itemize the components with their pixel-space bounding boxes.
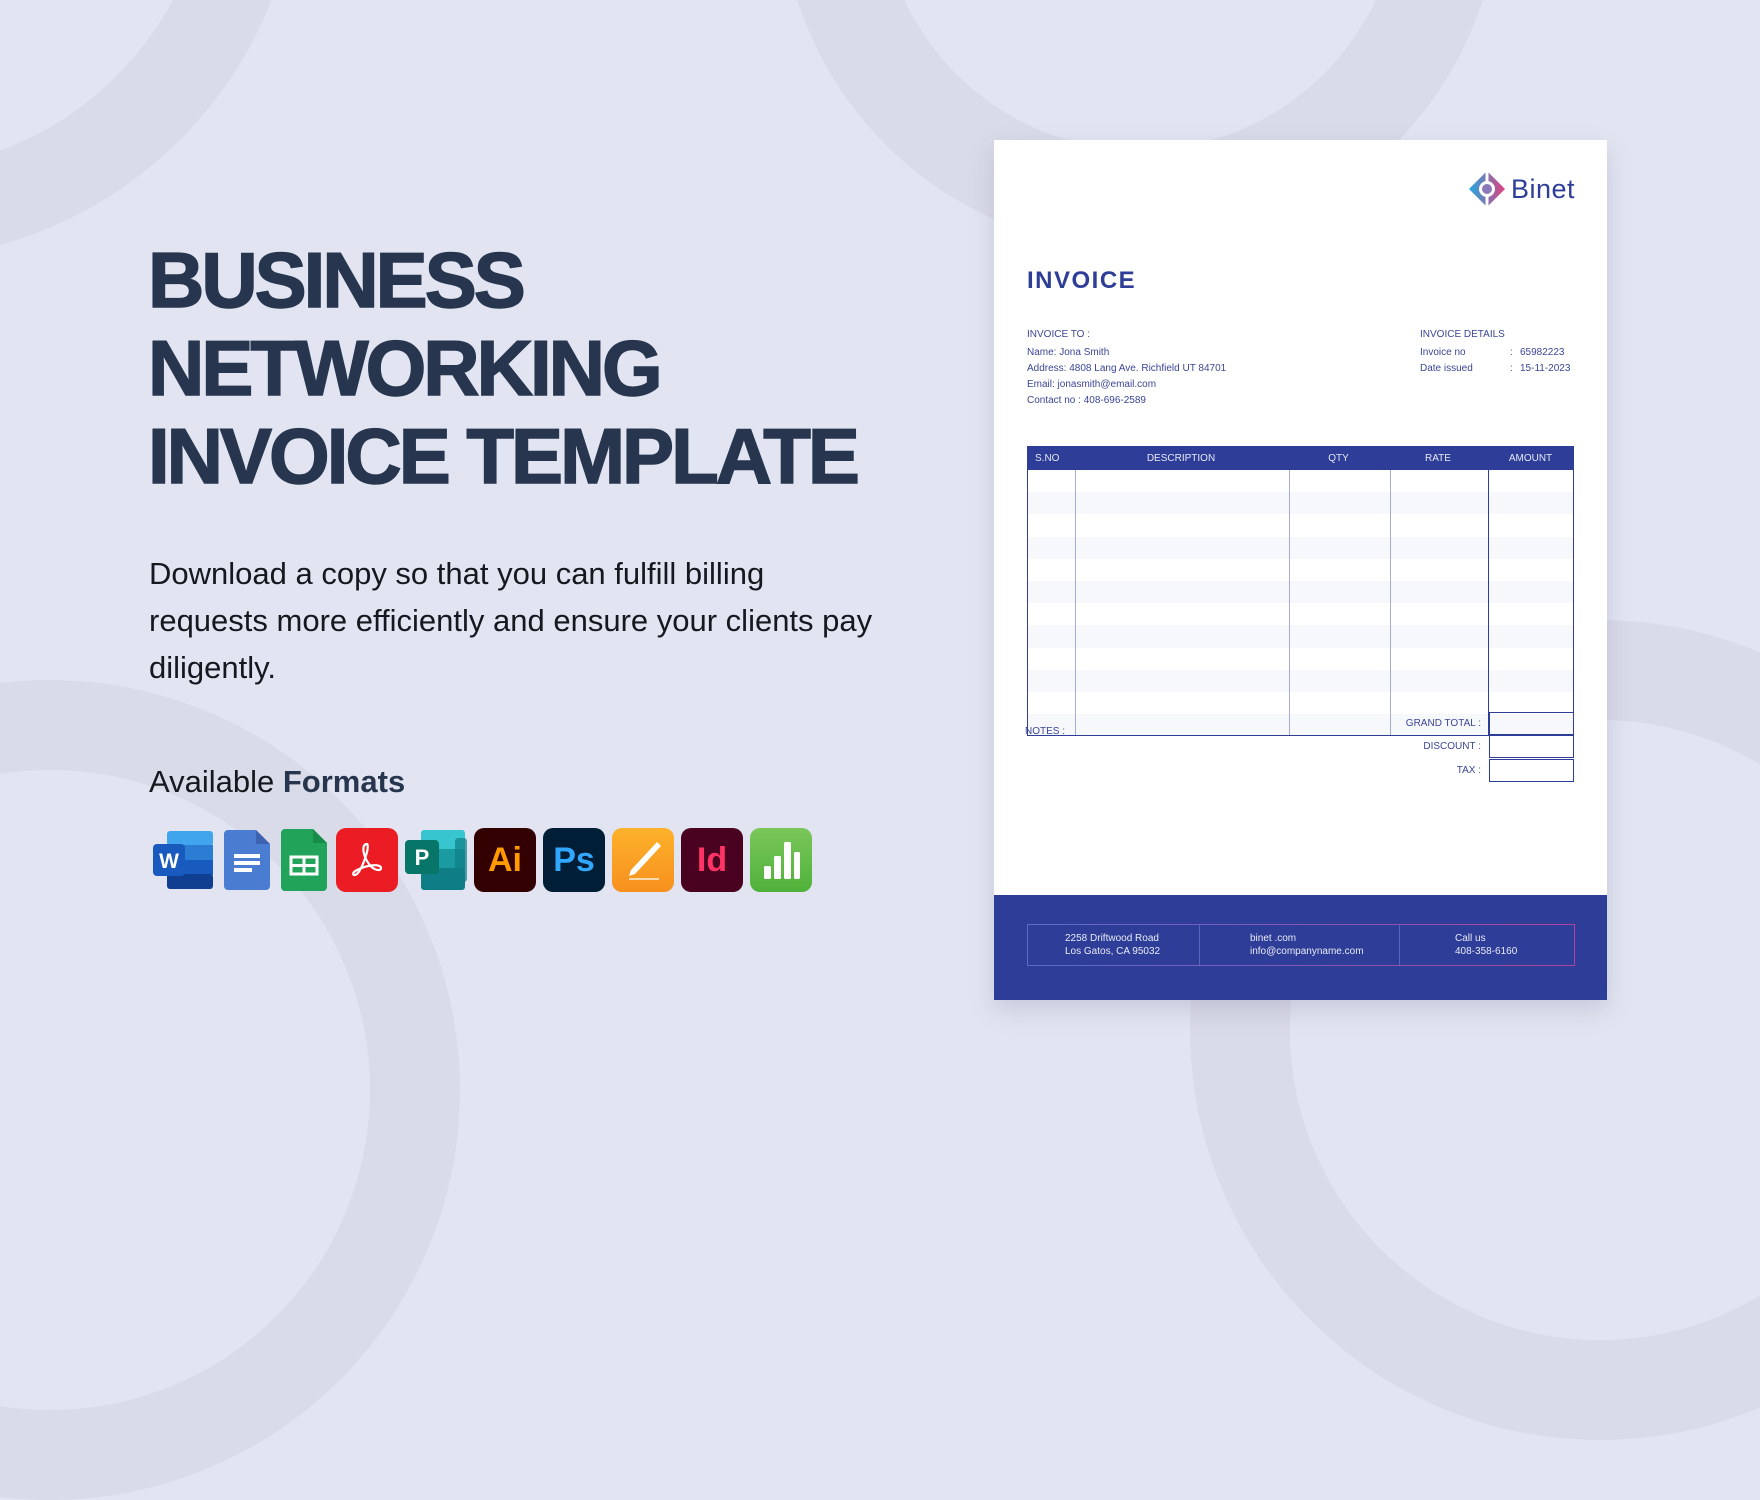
pages-icon[interactable] [612, 828, 674, 892]
column-header-amount: AMOUNT [1508, 452, 1553, 464]
table-row[interactable] [1028, 514, 1573, 536]
column-divider [1075, 470, 1076, 735]
details-heading: INVOICE DETAILS [1420, 329, 1505, 340]
column-header-description: DESCRIPTION [1146, 452, 1216, 464]
invoice-title: INVOICE [1027, 267, 1137, 294]
footer-address-line: 2258 Driftwood Road [1065, 933, 1159, 944]
totals-section: NOTES : GRAND TOTAL : DISCOUNT : TAX : [1025, 712, 1574, 786]
tax-field[interactable] [1489, 759, 1574, 782]
discount-row: DISCOUNT : [1301, 735, 1574, 758]
brand-logo: Binet [1468, 170, 1575, 208]
adobe-pdf-icon[interactable] [336, 828, 398, 892]
details-row: Invoice no : 65982223 [1420, 345, 1570, 361]
line-items-table: S.NO DESCRIPTION QTY RATE AMOUNT [1027, 446, 1574, 736]
svg-text:P: P [415, 845, 430, 870]
brand-name: Binet [1510, 173, 1575, 204]
separator: : [1510, 347, 1513, 358]
bill-to-address: Address: 4808 Lang Ave. Richfield UT 847… [1027, 363, 1227, 374]
bill-to-heading: INVOICE TO : [1027, 329, 1090, 340]
table-row[interactable] [1028, 625, 1573, 648]
title-line: INVOICE TEMPLATE [147, 411, 860, 501]
footer-web: binet .com info@companyname.com [1199, 925, 1399, 965]
discount-label: DISCOUNT : [1423, 740, 1481, 752]
column-header-rate: RATE [1425, 452, 1451, 464]
table-body [1027, 470, 1574, 736]
numbers-icon[interactable] [750, 828, 812, 892]
grand-total-row: GRAND TOTAL : [1301, 712, 1574, 735]
word-icon[interactable]: W [153, 828, 215, 892]
format-icons: W P Ai Ps Id [153, 828, 812, 892]
photoshop-icon[interactable]: Ps [543, 828, 605, 892]
footer-phone-label: Call us [1455, 933, 1486, 944]
formats-heading: Available Formats [149, 764, 405, 800]
discount-field[interactable] [1489, 735, 1574, 758]
binet-logo-icon [1468, 170, 1505, 208]
title-line: NETWORKING [147, 323, 663, 413]
footer-email: info@companyname.com [1250, 946, 1364, 957]
invoice-no-label: Invoice no [1420, 347, 1466, 358]
invoice-footer: 2258 Driftwood Road Los Gatos, CA 95032 … [994, 895, 1607, 1000]
notes-label: NOTES : [1025, 726, 1066, 737]
column-divider [1390, 470, 1391, 735]
formats-label-bold: Formats [282, 764, 406, 799]
column-header-sno: S.NO [1035, 452, 1060, 464]
table-row[interactable] [1028, 669, 1573, 692]
table-header: S.NO DESCRIPTION QTY RATE AMOUNT [1027, 446, 1574, 470]
column-divider [1488, 470, 1489, 735]
grand-total-field[interactable] [1489, 712, 1574, 735]
table-row[interactable] [1028, 692, 1573, 714]
footer-phone: Call us 408-358-6160 [1399, 925, 1574, 965]
table-row[interactable] [1028, 648, 1573, 670]
table-row[interactable] [1028, 580, 1573, 604]
invoice-details: INVOICE DETAILS Invoice no : 65982223 Da… [1420, 327, 1570, 377]
google-docs-icon[interactable] [222, 828, 272, 892]
tax-label: TAX : [1456, 764, 1481, 776]
background-ring [0, 0, 300, 260]
column-divider [1289, 470, 1290, 735]
bill-to: INVOICE TO : Name: Jona Smith Address: 4… [1027, 327, 1226, 409]
footer-phone-number: 408-358-6160 [1455, 946, 1518, 957]
title-line: BUSINESS [147, 235, 526, 325]
bill-to-email: Email: jonasmith@email.com [1027, 379, 1157, 390]
google-sheets-icon[interactable] [279, 828, 329, 892]
table-row[interactable] [1028, 559, 1573, 581]
column-header-qty: QTY [1328, 452, 1349, 464]
date-issued-label: Date issued [1420, 363, 1473, 374]
table-row[interactable] [1028, 470, 1573, 492]
page-title: BUSINESS NETWORKING INVOICE TEMPLATE [147, 235, 860, 501]
table-row[interactable] [1028, 492, 1573, 515]
separator: : [1510, 363, 1513, 374]
bill-to-name: Name: Jona Smith [1027, 347, 1110, 358]
table-row[interactable] [1028, 536, 1573, 559]
footer-address-line: Los Gatos, CA 95032 [1065, 946, 1161, 957]
footer-contact-box: 2258 Driftwood Road Los Gatos, CA 95032 … [1027, 924, 1575, 966]
svg-text:W: W [159, 850, 179, 873]
bill-to-contact: Contact no : 408-696-2589 [1027, 395, 1146, 406]
indesign-icon[interactable]: Id [681, 828, 743, 892]
footer-website: binet .com [1250, 933, 1297, 944]
formats-label-prefix: Available [149, 764, 275, 799]
details-row: Date issued : 15-11-2023 [1420, 361, 1570, 377]
date-issued-value: 15-11-2023 [1520, 363, 1571, 374]
table-row[interactable] [1028, 603, 1573, 625]
illustrator-icon[interactable]: Ai [474, 828, 536, 892]
description: Download a copy so that you can fulfill … [149, 556, 873, 685]
background-ring [0, 680, 460, 1500]
invoice-preview: Binet INVOICE INVOICE TO : Name: Jona Sm… [994, 140, 1607, 1000]
publisher-icon[interactable]: P [405, 828, 467, 892]
grand-total-label: GRAND TOTAL : [1405, 717, 1481, 729]
invoice-no-value: 65982223 [1520, 347, 1565, 358]
footer-address: 2258 Driftwood Road Los Gatos, CA 95032 [1028, 925, 1199, 965]
tax-row: TAX : [1301, 759, 1574, 782]
